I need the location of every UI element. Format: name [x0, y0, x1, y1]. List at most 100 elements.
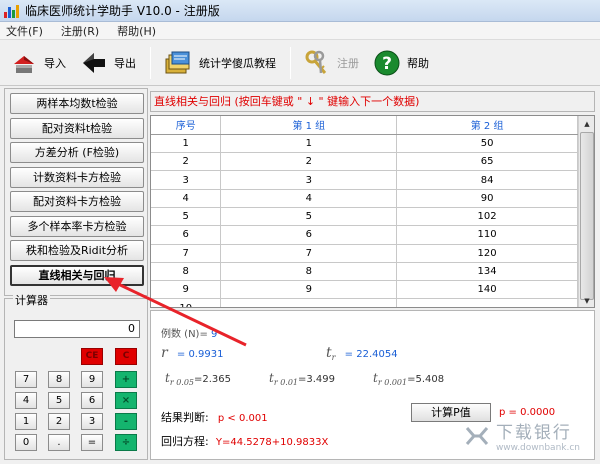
table-scrollbar[interactable]: ▲ ▼ — [578, 116, 594, 307]
toolbar-separator — [150, 46, 151, 79]
question-icon: ? — [374, 50, 400, 75]
window-title: 临床医师统计学助手 V10.0 - 注册版 — [25, 4, 220, 18]
calc-key[interactable]: 2 — [48, 413, 70, 430]
watermark-logo-icon — [465, 426, 489, 445]
critical-t-005: tr 0.05=2.365 — [165, 371, 231, 387]
table-row: 10 — [151, 298, 578, 307]
table-cell[interactable]: 90 — [396, 189, 578, 208]
register-button[interactable]: 注册 — [303, 45, 359, 81]
calc-key[interactable]: 7 — [15, 371, 37, 388]
test-linear-regression[interactable]: 直线相关与回归 — [10, 264, 144, 286]
table-row: 9 9 140 — [151, 280, 578, 300]
table-cell[interactable]: 7 — [151, 244, 222, 263]
calc-key-dot[interactable]: . — [48, 434, 70, 451]
calc-key-equals[interactable]: = — [81, 434, 103, 451]
scroll-down-arrow-icon[interactable]: ▼ — [579, 293, 594, 307]
table-cell[interactable]: 102 — [396, 207, 578, 227]
scroll-thumb[interactable] — [580, 132, 594, 300]
import-icon — [14, 55, 34, 73]
table-cell[interactable] — [396, 298, 578, 307]
table-cell[interactable]: 1 — [151, 134, 222, 154]
t0001-subscript: r 0.001 — [377, 378, 408, 387]
table-cell[interactable] — [220, 298, 398, 307]
table-cell[interactable]: 9 — [151, 280, 222, 300]
table-cell[interactable]: 3 — [220, 170, 398, 190]
import-button[interactable]: 导入 — [10, 45, 66, 81]
table-cell[interactable]: 4 — [151, 189, 222, 208]
calc-key-c[interactable]: C — [115, 348, 137, 365]
table-row: 3 3 84 — [151, 170, 578, 190]
t005-value: =2.365 — [194, 374, 232, 385]
sample-size-label: 例数 (N)= — [161, 329, 208, 340]
register-label: 注册 — [337, 56, 359, 70]
table-cell[interactable]: 110 — [396, 225, 578, 245]
table-cell[interactable]: 120 — [396, 244, 578, 263]
data-grid[interactable]: 序号 第 1 组 第 2 组 1 1 50 2 2 65 3 3 84 4 4 90 5 5 102… — [150, 115, 595, 308]
calc-key[interactable]: 9 — [81, 371, 103, 388]
table-row: 2 2 65 — [151, 152, 578, 172]
calc-key-plus[interactable]: + — [115, 371, 137, 388]
table-cell[interactable]: 65 — [396, 152, 578, 172]
equation-label: 回归方程: — [161, 435, 209, 448]
table-cell[interactable]: 1 — [220, 134, 398, 154]
table-row: 8 8 134 — [151, 262, 578, 282]
test-panel: 两样本均数t检验 配对资料t检验 方差分析 (F检验) 计数资料卡方检验 配对资… — [4, 88, 148, 296]
regression-equation: 回归方程: Y=44.5278+10.9833X — [161, 433, 328, 449]
table-cell[interactable]: 9 — [220, 280, 398, 300]
calc-key-ce[interactable]: CE — [81, 348, 103, 365]
table-cell[interactable]: 134 — [396, 262, 578, 282]
tr-subscript: r — [331, 353, 336, 362]
table-cell[interactable]: 6 — [151, 225, 222, 245]
table-cell[interactable]: 50 — [396, 134, 578, 154]
table-cell[interactable]: 5 — [220, 207, 398, 227]
table-cell[interactable]: 7 — [220, 244, 398, 263]
menu-bar: 文件(F) 注册(R) 帮助(H) — [0, 22, 600, 40]
calc-key[interactable]: 3 — [81, 413, 103, 430]
table-cell[interactable]: 10 — [151, 298, 222, 307]
calc-key-multiply[interactable]: × — [115, 392, 137, 409]
test-chi-square-multi-rate[interactable]: 多个样本率卡方检验 — [10, 215, 144, 237]
test-anova-f[interactable]: 方差分析 (F检验) — [10, 142, 144, 163]
menu-register[interactable]: 注册(R) — [61, 23, 99, 39]
critical-t-001: tr 0.01=3.499 — [269, 371, 335, 387]
calc-key[interactable]: 1 — [15, 413, 37, 430]
table-cell[interactable]: 2 — [220, 152, 398, 172]
export-button[interactable]: 导出 — [80, 45, 136, 81]
sample-size: 例数 (N)= 9 — [161, 325, 217, 340]
test-two-sample-t[interactable]: 两样本均数t检验 — [10, 93, 144, 114]
test-chi-square-count[interactable]: 计数资料卡方检验 — [10, 166, 144, 188]
calc-key[interactable]: 6 — [81, 392, 103, 409]
sample-size-value: 9 — [211, 329, 218, 340]
calc-key-divide[interactable]: ÷ — [115, 434, 137, 451]
p-value: p = 0.0000 — [499, 407, 556, 418]
scroll-up-arrow-icon[interactable]: ▲ — [579, 116, 594, 132]
analysis-heading: 直线相关与回归 (按回车键或 " ↓ " 键输入下一个数据) — [150, 91, 595, 112]
equation-value: Y=44.5278+10.9833X — [215, 437, 329, 448]
table-cell[interactable]: 5 — [151, 207, 222, 227]
calc-key[interactable]: 5 — [48, 392, 70, 409]
result-judgement: 结果判断: p < 0.001 — [161, 409, 268, 425]
test-chi-square-paired[interactable]: 配对资料卡方检验 — [10, 191, 144, 212]
calc-key[interactable]: 8 — [48, 371, 70, 388]
menu-help[interactable]: 帮助(H) — [117, 23, 156, 39]
table-cell[interactable]: 8 — [220, 262, 398, 282]
menu-file[interactable]: 文件(F) — [6, 23, 43, 39]
keys-icon — [305, 50, 327, 74]
help-label: 帮助 — [407, 56, 429, 70]
tutorial-button[interactable]: 统计学傻瓜教程 — [163, 45, 276, 81]
table-cell[interactable]: 84 — [396, 170, 578, 190]
test-rank-sum-ridit[interactable]: 秩和检验及Ridit分析 — [10, 240, 144, 261]
table-cell[interactable]: 4 — [220, 189, 398, 208]
svg-text:?: ? — [382, 54, 392, 74]
calc-key[interactable]: 0 — [15, 434, 37, 451]
calc-key[interactable]: 4 — [15, 392, 37, 409]
table-cell[interactable]: 6 — [220, 225, 398, 245]
test-paired-t[interactable]: 配对资料t检验 — [10, 117, 144, 139]
table-cell[interactable]: 140 — [396, 280, 578, 300]
calc-key-minus[interactable]: - — [115, 413, 137, 430]
table-cell[interactable]: 3 — [151, 170, 222, 190]
table-cell[interactable]: 8 — [151, 262, 222, 282]
table-cell[interactable]: 2 — [151, 152, 222, 172]
help-button[interactable]: ? 帮助 — [373, 45, 429, 81]
watermark-cn: 下载银行 — [495, 423, 572, 443]
